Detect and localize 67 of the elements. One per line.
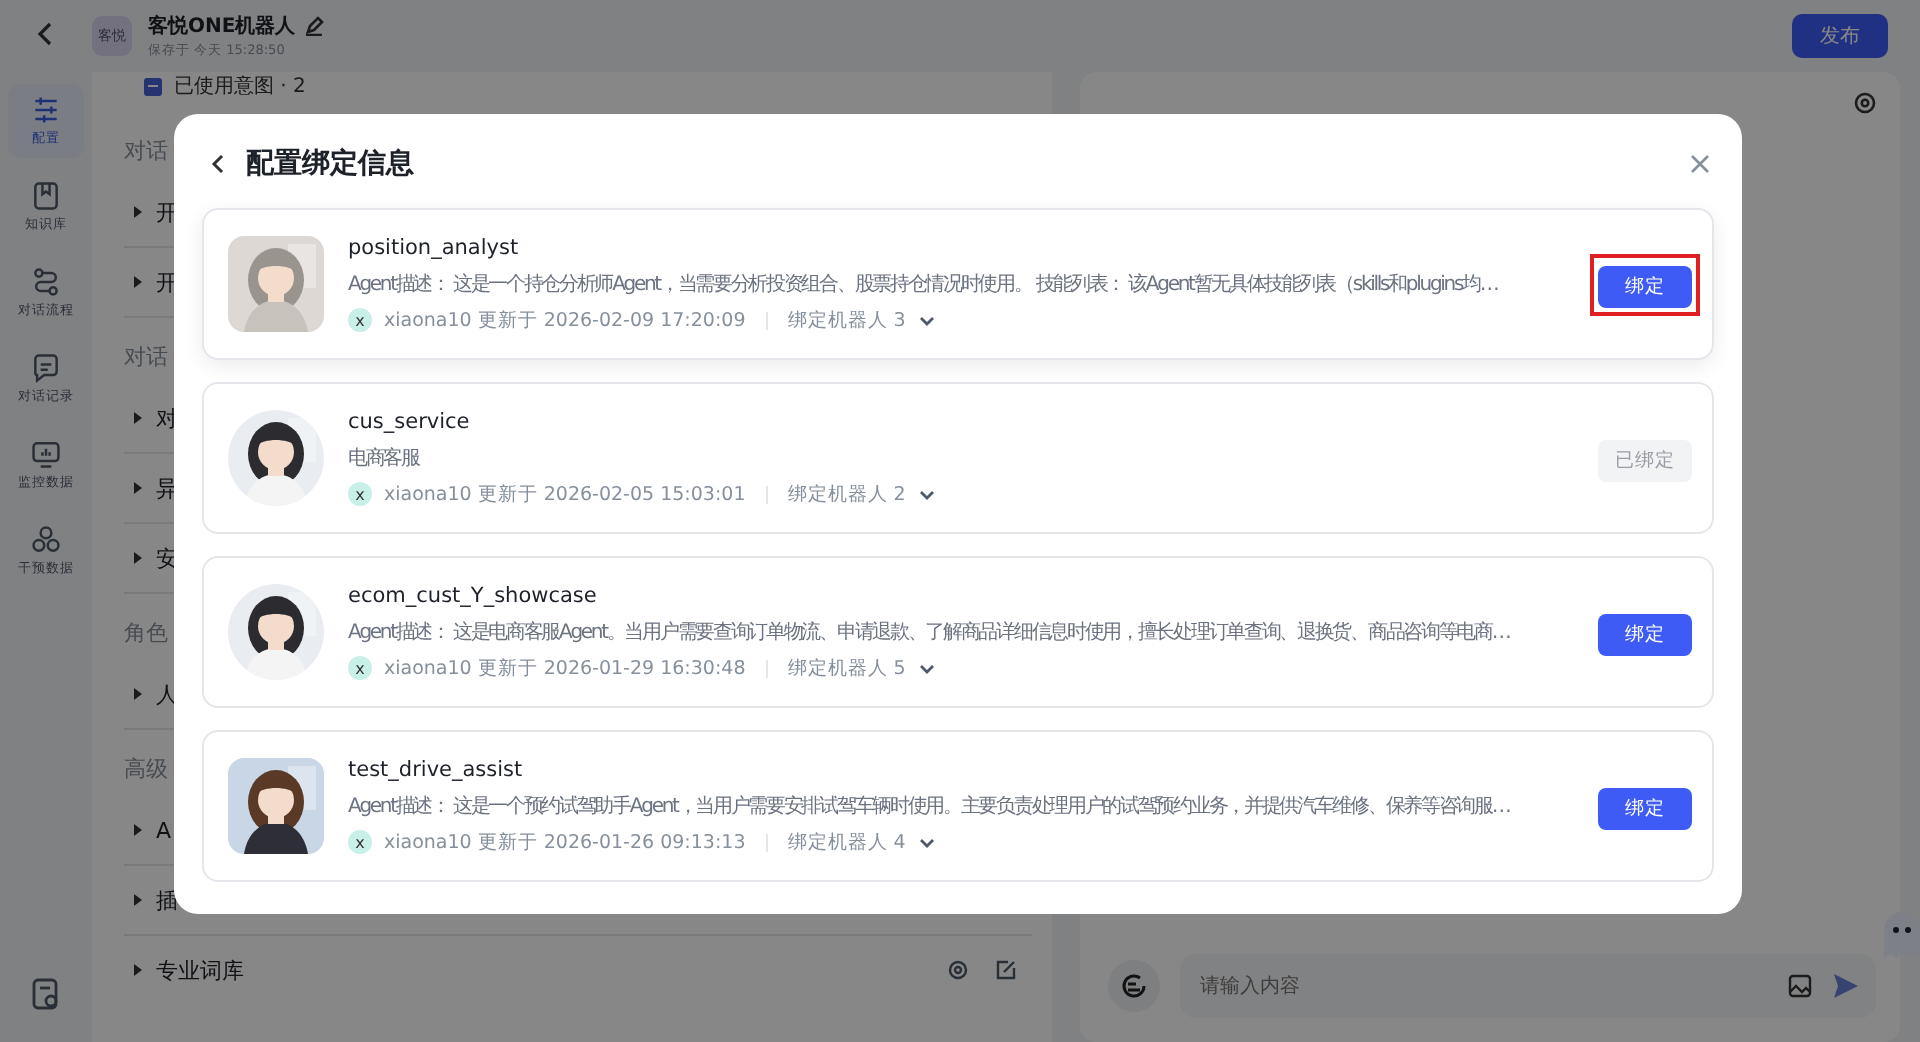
expand-icon[interactable]	[132, 412, 144, 424]
clear-chat-button[interactable]	[1108, 960, 1160, 1012]
bot-title: 客悦ONE机器人	[148, 12, 296, 40]
chevron-down-icon[interactable]	[917, 659, 936, 677]
update-info: xiaona10 更新于 2026-01-26 09:13:13	[384, 829, 746, 855]
book-icon	[30, 180, 62, 212]
expand-icon[interactable]	[132, 824, 144, 836]
user-avatar: x	[348, 482, 372, 506]
config-item[interactable]: A	[156, 817, 172, 843]
message-input[interactable]: 请输入内容	[1196, 973, 1768, 999]
expand-icon[interactable]	[132, 688, 144, 700]
update-info: xiaona10 更新于 2026-01-29 16:30:48	[384, 655, 746, 681]
intent-icon	[144, 77, 162, 95]
expand-icon[interactable]	[132, 964, 144, 976]
bind-button[interactable]: 绑定	[1598, 787, 1692, 829]
bound-robots-count[interactable]: 绑定机器人 5	[787, 655, 906, 681]
image-icon[interactable]	[1788, 974, 1812, 998]
publish-button[interactable]: 发布	[1792, 14, 1888, 58]
bind-button[interactable]: 绑定	[1598, 613, 1692, 655]
bound-robots-count[interactable]: 绑定机器人 2	[787, 481, 906, 507]
user-avatar: x	[348, 656, 372, 680]
expand-icon[interactable]	[132, 276, 144, 288]
expand-icon[interactable]	[132, 206, 144, 218]
refresh-icon	[1120, 972, 1148, 1000]
bound-robots-count[interactable]: 绑定机器人 4	[787, 829, 906, 855]
dialog-title: 配置绑定信息	[246, 146, 416, 182]
agent-name: cus_service	[348, 409, 472, 433]
agent-name: test_drive_assist	[348, 757, 525, 781]
circles-icon	[30, 524, 62, 556]
section-label: 对话	[124, 342, 168, 372]
user-avatar: x	[348, 308, 372, 332]
chevron-down-icon[interactable]	[917, 311, 936, 329]
input-field[interactable]: 请输入内容	[1180, 954, 1876, 1018]
chevron-down-icon[interactable]	[917, 485, 936, 503]
settings-icon[interactable]	[948, 960, 968, 980]
chevron-down-icon[interactable]	[917, 833, 936, 851]
settings-icon[interactable]	[1854, 92, 1876, 114]
chart-icon	[30, 438, 62, 470]
agent-description: Agent描述： 这是电商客服Agent。当用户需要查询订单物流、申请退款、了解商品详细信息时使用，擅长处理订单查询、退换货、商品咨询等电商…	[348, 619, 1512, 645]
agent-description: 电商客服	[348, 445, 422, 471]
document-icon[interactable]	[32, 978, 60, 1010]
edit-icon[interactable]	[996, 960, 1016, 980]
config-item[interactable]: 插	[156, 885, 178, 915]
update-info: xiaona10 更新于 2026-02-05 15:03:01	[384, 481, 746, 507]
config-item[interactable]: 对	[156, 403, 178, 433]
agent-description: Agent描述： 这是一个预约试驾助手Agent，当用户需要安排试驾车辆时使用。主要负责处理用户的试驾预约业务，并提供汽车维修、保养等咨询服…	[348, 793, 1512, 819]
agent-description: Agent描述： 这是一个持仓分析师Agent，当需要分析投资组合、股票持仓情况时使用。 技能列表： 该Agent暂无具体技能列表（skills和plugins均…	[348, 271, 1500, 297]
intent-summary: 已使用意图 · 2	[174, 73, 306, 100]
update-info: xiaona10 更新于 2026-02-09 17:20:09	[384, 307, 746, 333]
section-label: 角色	[124, 618, 168, 648]
config-item[interactable]: 专业词库	[156, 955, 244, 985]
section-label: 对话	[124, 136, 168, 166]
edit-icon[interactable]	[303, 16, 324, 36]
section-label: 高级	[124, 754, 168, 784]
chat-icon	[30, 352, 62, 384]
expand-icon[interactable]	[132, 552, 144, 564]
expand-icon[interactable]	[132, 482, 144, 494]
agent-name: position_analyst	[348, 235, 521, 259]
close-icon[interactable]	[1690, 154, 1710, 174]
send-icon[interactable]	[1832, 972, 1860, 1000]
bind-button[interactable]: 绑定	[1598, 265, 1692, 307]
user-avatar: x	[348, 830, 372, 854]
sliders-icon	[30, 94, 62, 126]
flow-icon	[30, 266, 62, 298]
agent-name: ecom_cust_Y_showcase	[348, 583, 599, 607]
expand-icon[interactable]	[132, 894, 144, 906]
bound-robots-count[interactable]: 绑定机器人 3	[787, 307, 906, 333]
